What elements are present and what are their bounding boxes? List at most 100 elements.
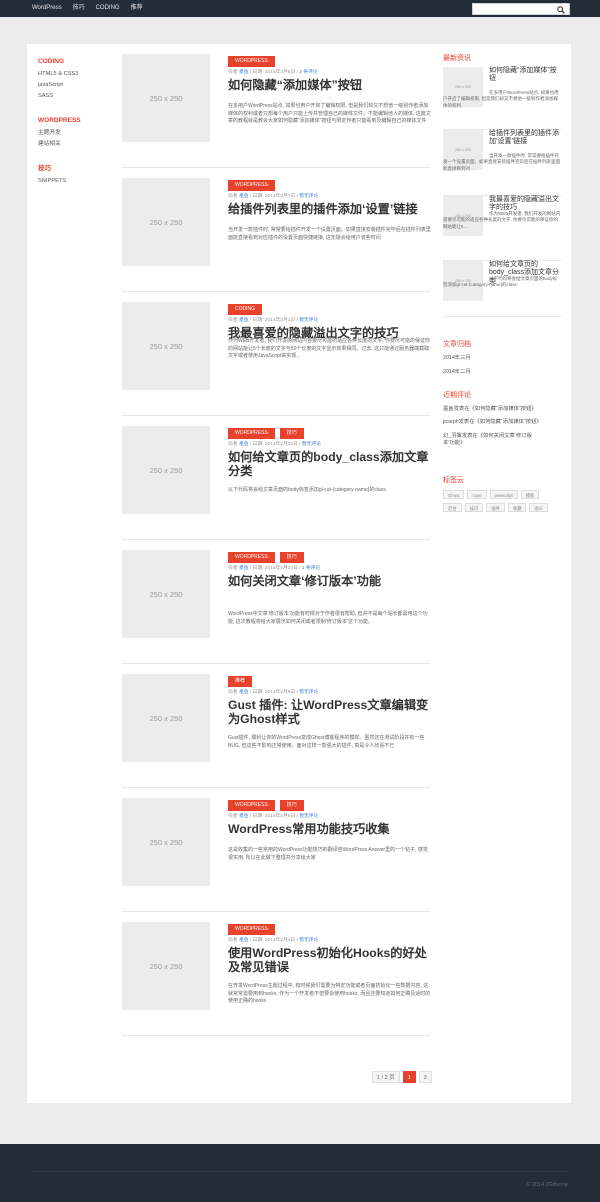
post-title[interactable]: WordPress常用功能技巧收集 bbox=[228, 822, 433, 836]
post-thumbnail[interactable]: 250 x 250 bbox=[122, 674, 210, 762]
meta-author-label: 作者 bbox=[228, 194, 239, 199]
post-tag[interactable]: 技巧 bbox=[279, 428, 304, 439]
search-input[interactable] bbox=[472, 3, 570, 15]
post-title[interactable]: Gust 插件: 让WordPress文章编辑变为Ghost样式 bbox=[228, 698, 433, 726]
post-tag[interactable]: 推荐 bbox=[228, 676, 253, 687]
meta-author-link[interactable]: 墨鱼 bbox=[239, 566, 249, 571]
meta-date: / 日期: 2014年3月8日 / bbox=[248, 70, 300, 75]
meta-author-label: 作者 bbox=[228, 566, 239, 571]
post-thumbnail[interactable]: 250 x 250 bbox=[122, 426, 210, 514]
nav-link[interactable]: javaScript bbox=[38, 80, 118, 91]
recent-post-excerpt: 在多用户WordPress站点, 如果也用户开启了编辑权限, 但是我们却又不想他… bbox=[443, 90, 559, 108]
content-card: CODING HTML5 & CSS3 javaScript SASS WORDPRES… bbox=[27, 44, 571, 1103]
meta-author-link[interactable]: 墨鱼 bbox=[239, 442, 249, 447]
nav-heading[interactable]: CODING bbox=[38, 57, 118, 66]
post-tag[interactable]: WORDPRESS bbox=[228, 56, 275, 67]
tag-cloud: Ghost Gust javascript 模板后台 技巧 插件 收藏 语义 bbox=[443, 490, 561, 516]
post-excerpt: 以下代码将会给文章页面的body标签添加gl-cat-{category-nam… bbox=[228, 487, 386, 493]
tag-chip[interactable]: 插件 bbox=[486, 503, 505, 512]
post-meta: 作者 墨鱼 / 日期: 2014年2月10日 / 1 条评论 bbox=[228, 566, 320, 572]
post-tag[interactable]: WORDPRESS bbox=[228, 924, 275, 935]
post-item: 250 x 250 推荐 作者 墨鱼 / 日期: 2014年2月8日 / 暂无评论 G… bbox=[122, 664, 430, 788]
tag-chip[interactable]: Gust bbox=[467, 490, 487, 499]
nav-heading[interactable]: WORDPRESS bbox=[38, 116, 118, 125]
post-tag[interactable]: 技巧 bbox=[279, 800, 304, 811]
page-link-1[interactable]: 1 bbox=[402, 1071, 416, 1083]
post-tag[interactable]: CODING bbox=[228, 304, 262, 315]
comment-link[interactable]: joseph发表在《如何隐藏“添加媒体”按钮》 bbox=[443, 419, 542, 426]
post-thumbnail[interactable]: 250 x 250 bbox=[122, 550, 210, 638]
post-tags: CODING bbox=[228, 304, 267, 315]
post-tags: WORDPRESS bbox=[228, 56, 280, 67]
meta-author-link[interactable]: 墨鱼 bbox=[239, 70, 249, 75]
tag-chip[interactable]: javascript bbox=[489, 490, 518, 499]
post-title[interactable]: 使用WordPress初始化Hooks的好处及常见错误 bbox=[228, 946, 433, 974]
meta-comments-link[interactable]: 暂无评论 bbox=[299, 194, 318, 199]
meta-comments-link[interactable]: 暂无评论 bbox=[299, 690, 318, 695]
tag-chip[interactable]: 模板 bbox=[520, 490, 540, 499]
recent-post-title[interactable]: 给插件列表里的插件添加‘设置’链接 bbox=[489, 130, 561, 147]
pagination: 1 / 2 页 1 2 bbox=[372, 1071, 435, 1083]
post-title[interactable]: 如何隐藏“添加媒体”按钮 bbox=[228, 78, 433, 92]
comment-link[interactable]: 幻_羽翼发表在《如何关闭文章‘修订版本’功能》 bbox=[443, 433, 539, 447]
meta-comments-link[interactable]: 1 条评论 bbox=[302, 566, 320, 571]
search-icon[interactable] bbox=[557, 5, 565, 14]
post-title[interactable]: 给插件列表里的插件添加‘设置’链接 bbox=[228, 202, 433, 216]
post-meta: 作者 墨鱼 / 日期: 2014年3月1日 / 暂无评论 bbox=[228, 318, 318, 324]
nav-link[interactable]: 建站相关 bbox=[38, 139, 118, 150]
nav-link[interactable]: 主题开发 bbox=[38, 128, 118, 139]
nav-link[interactable]: SASS bbox=[38, 91, 118, 102]
tag-chip[interactable]: Ghost bbox=[443, 490, 465, 499]
post-tag[interactable]: WORDPRESS bbox=[228, 552, 275, 563]
comment-link[interactable]: 墨鱼发表在《如何隐藏“添加媒体”按钮》 bbox=[443, 406, 537, 413]
topnav-link-coding[interactable]: CODING bbox=[96, 0, 120, 17]
post-meta: 作者 墨鱼 / 日期: 2014年2月13日 / 暂无评论 bbox=[228, 442, 321, 448]
topnav-link-recommend[interactable]: 推荐 bbox=[131, 0, 143, 17]
meta-author-label: 作者 bbox=[228, 690, 239, 695]
tag-chip[interactable]: 技巧 bbox=[464, 503, 484, 512]
post-thumbnail[interactable]: 250 x 250 bbox=[122, 54, 210, 142]
topnav-link-tips[interactable]: 技巧 bbox=[73, 0, 85, 17]
post-tag[interactable]: WORDPRESS bbox=[228, 180, 275, 191]
archive-link-2014-03[interactable]: 2014年三月 bbox=[443, 355, 471, 362]
archive-link-2014-02[interactable]: 2014年二月 bbox=[443, 369, 471, 376]
top-nav: WordPress 技巧 CODING 推荐 bbox=[32, 0, 154, 17]
post-title[interactable]: 如何关闭文章‘修订版本’功能 bbox=[228, 574, 433, 588]
recent-post-title[interactable]: 如何隐藏“添加媒体”按钮 bbox=[489, 67, 561, 84]
meta-comments-link[interactable]: 暂无评论 bbox=[299, 938, 318, 943]
topnav-link-wordpress[interactable]: WordPress bbox=[32, 0, 62, 17]
recent-post: 250 x 250 给插件列表里的插件添加‘设置’链接 当开发一款插件时, 常常要给… bbox=[443, 130, 561, 196]
copyright: © 2014 JGtheme bbox=[526, 1182, 568, 1188]
meta-comments-link[interactable]: 暂无评论 bbox=[299, 814, 318, 819]
nav-link[interactable]: HTML5 & CSS3 bbox=[38, 69, 118, 80]
post-item: 250 x 250 WORDPRESS 作者 墨鱼 / 日期: 2014年3月7日 … bbox=[122, 168, 433, 292]
nav-link[interactable]: SNIPPETS bbox=[38, 176, 118, 187]
post-thumbnail[interactable]: 250 x 250 bbox=[122, 302, 210, 390]
nav-heading[interactable]: 技巧 bbox=[38, 164, 118, 173]
post-item: 250 x 250 WORDPRESS 作者 墨鱼 / 日期: 2014年3月8日 … bbox=[122, 44, 433, 168]
meta-author-link[interactable]: 墨鱼 bbox=[239, 194, 249, 199]
meta-author-link[interactable]: 墨鱼 bbox=[239, 690, 249, 695]
post-meta: 作者 墨鱼 / 日期: 2014年2月4日 / 暂无评论 bbox=[228, 938, 318, 944]
tag-chip[interactable]: 收藏 bbox=[507, 503, 527, 512]
meta-author-link[interactable]: 墨鱼 bbox=[239, 814, 249, 819]
post-thumbnail[interactable]: 250 x 250 bbox=[122, 922, 210, 1010]
tag-chip[interactable]: 语义 bbox=[529, 503, 548, 512]
post-title[interactable]: 如何给文章页的body_class添加文章分类 bbox=[228, 450, 433, 478]
meta-comments-link[interactable]: 2 条评论 bbox=[299, 70, 317, 75]
meta-author-label: 作者 bbox=[228, 938, 239, 943]
meta-comments-link[interactable]: 暂无评论 bbox=[299, 318, 318, 323]
post-tag[interactable]: WORDPRESS bbox=[228, 428, 275, 439]
post-thumbnail[interactable]: 250 x 250 bbox=[122, 178, 210, 266]
tag-chip[interactable]: 后台 bbox=[443, 503, 462, 512]
page-link-2[interactable]: 2 bbox=[418, 1071, 432, 1083]
footer-divider bbox=[32, 1171, 568, 1172]
post-thumbnail[interactable]: 250 x 250 bbox=[122, 798, 210, 886]
tag-cloud-heading: 标签云 bbox=[443, 477, 464, 484]
post-tag[interactable]: 技巧 bbox=[279, 552, 304, 563]
post-tag[interactable]: WORDPRESS bbox=[228, 800, 275, 811]
post-item: 250 x 250 WORDPRESS 作者 墨鱼 / 日期: 2014年2月4日 … bbox=[122, 912, 430, 1036]
meta-comments-link[interactable]: 暂无评论 bbox=[302, 442, 321, 447]
meta-author-link[interactable]: 墨鱼 bbox=[239, 318, 249, 323]
meta-author-link[interactable]: 墨鱼 bbox=[239, 938, 249, 943]
